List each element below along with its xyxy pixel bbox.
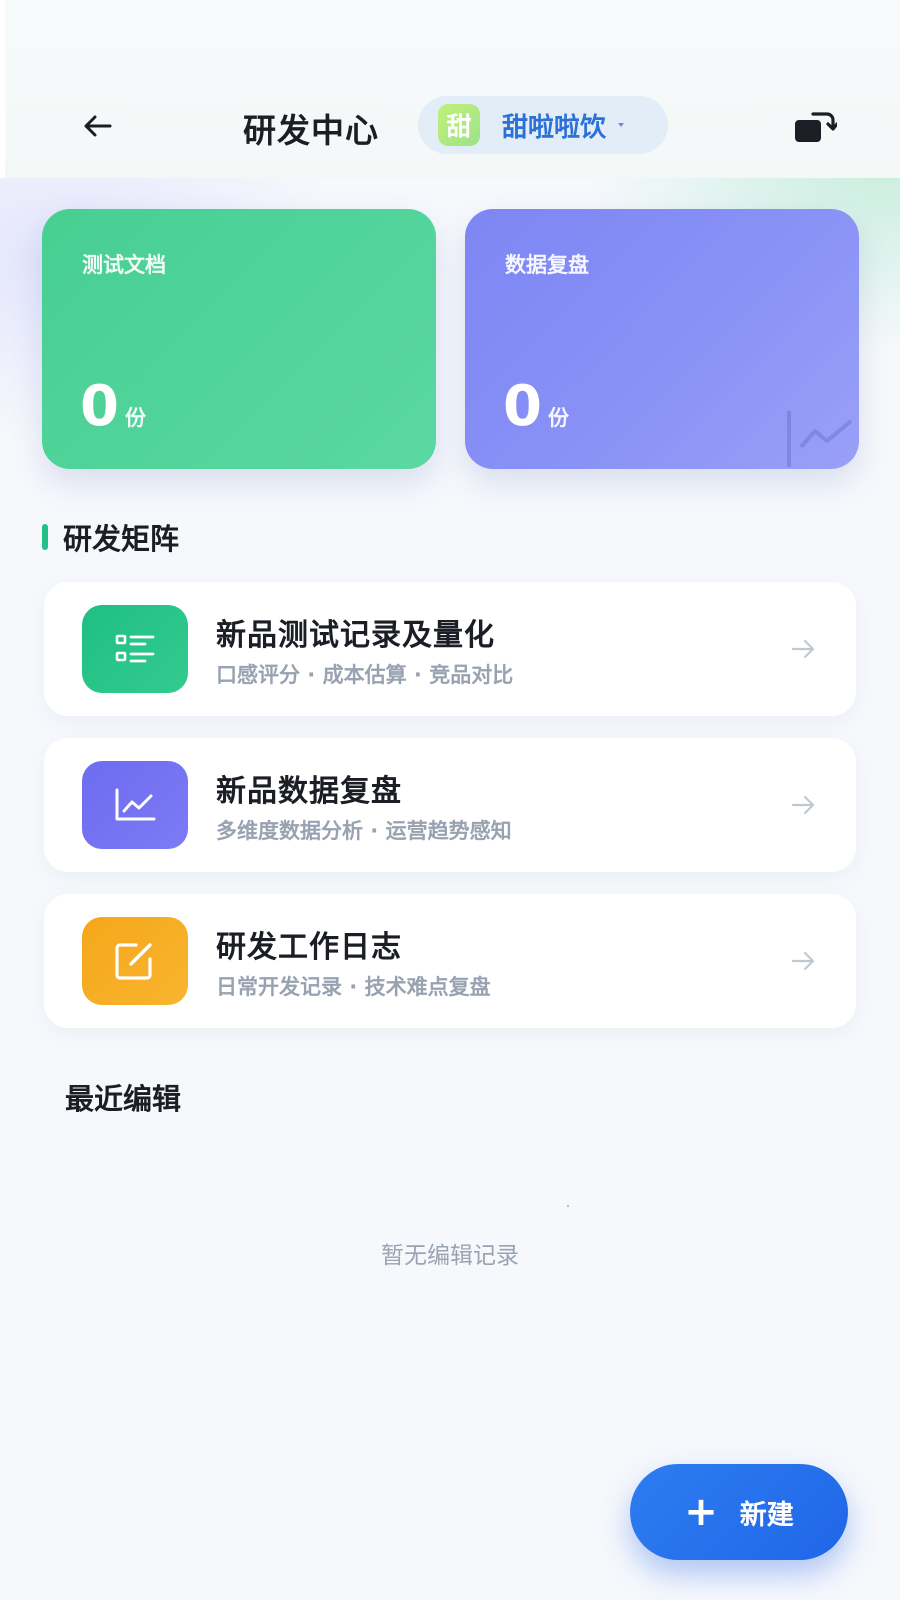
matrix-item-new-product-test[interactable]: 新品测试记录及量化 口感评分 · 成本估算 · 竞品对比 — [44, 582, 856, 716]
brand-selector[interactable]: 甜 甜啦啦饮 — [418, 96, 668, 154]
matrix-item-title: 研发工作日志 — [216, 930, 402, 965]
stat-number: 0 — [80, 374, 119, 439]
list-icon — [82, 605, 188, 693]
page: 研发中心 甜 甜啦啦饮 测试文档 0 份 数据复盘 0 份 研发矩阵 新品测试记… — [0, 0, 900, 1600]
matrix-item-subtitle: 口感评分 · 成本估算 · 竞品对比 — [216, 663, 514, 687]
stat-unit: 份 — [124, 406, 146, 430]
switch-icon — [795, 112, 839, 142]
arrow-left-icon — [84, 115, 112, 137]
matrix-item-data-review[interactable]: 新品数据复盘 多维度数据分析 · 运营趋势感知 — [44, 738, 856, 872]
stat-value: 0 份 — [80, 377, 146, 437]
data-review-card[interactable]: 数据复盘 0 份 — [465, 209, 859, 469]
switch-button[interactable] — [793, 108, 839, 148]
stat-number: 0 — [503, 374, 542, 439]
matrix-item-title: 新品数据复盘 — [216, 774, 402, 809]
divider-dot — [567, 1205, 569, 1207]
top-bar: 研发中心 甜 甜啦啦饮 — [0, 0, 900, 178]
trend-chart-icon — [787, 411, 853, 467]
matrix-item-subtitle: 多维度数据分析 · 运营趋势感知 — [216, 819, 512, 843]
arrow-right-icon — [791, 639, 815, 659]
matrix-item-title: 新品测试记录及量化 — [216, 618, 495, 653]
stat-value: 0 份 — [503, 377, 569, 437]
matrix-item-dev-log[interactable]: 研发工作日志 日常开发记录 · 技术难点复盘 — [44, 894, 856, 1028]
stat-label: 数据复盘 — [505, 253, 589, 277]
chevron-down-icon — [618, 123, 625, 127]
line-chart-icon — [82, 761, 188, 849]
arrow-right-icon — [791, 795, 815, 815]
stat-unit: 份 — [547, 406, 569, 430]
recent-section-title: 最近编辑 — [65, 1082, 182, 1116]
matrix-item-subtitle: 日常开发记录 · 技术难点复盘 — [216, 975, 491, 999]
stat-label: 测试文档 — [82, 253, 166, 277]
plus-icon: + — [684, 1489, 718, 1535]
section-title: 研发矩阵 — [63, 522, 180, 556]
page-title: 研发中心 — [243, 111, 379, 150]
empty-state-text: 暂无编辑记录 — [381, 1243, 519, 1269]
section-accent-bar — [42, 524, 48, 550]
back-button[interactable] — [77, 106, 117, 146]
new-button[interactable]: + 新建 — [630, 1464, 848, 1560]
edit-icon — [82, 917, 188, 1005]
brand-name: 甜啦啦饮 — [502, 112, 607, 143]
arrow-right-icon — [791, 951, 815, 971]
test-docs-card[interactable]: 测试文档 0 份 — [42, 209, 436, 469]
brand-logo: 甜 — [438, 104, 480, 146]
new-button-label: 新建 — [739, 1499, 794, 1531]
section-header: 研发矩阵 — [42, 518, 179, 556]
